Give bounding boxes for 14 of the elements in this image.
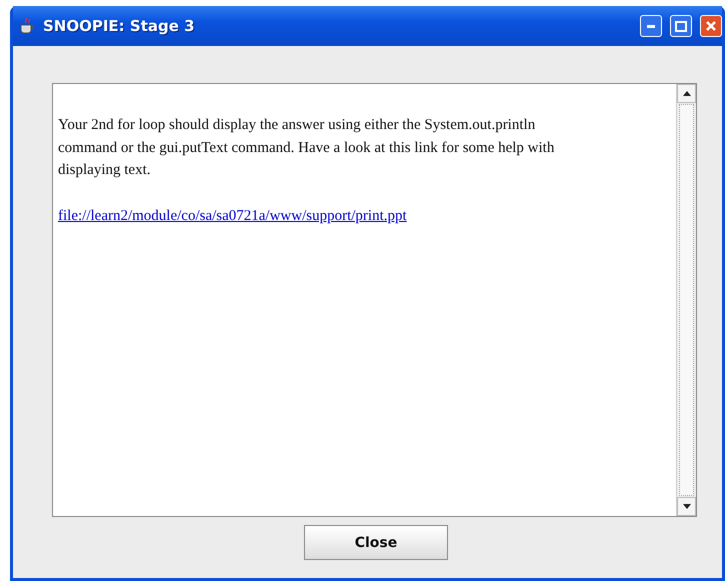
- close-icon: [705, 20, 717, 32]
- help-link[interactable]: file://learn2/module/co/sa/sa0721a/www/support/print.ppt: [58, 204, 407, 227]
- up-arrow-icon[interactable]: [682, 91, 690, 96]
- coffee-cup-icon: [19, 17, 35, 35]
- message-text: Your 2nd for loop should display the answer using either the System.out.println command or the gui.putText command. Have a look at this link for some help with displaying text.: [58, 116, 556, 180]
- close-button[interactable]: Close: [304, 525, 448, 560]
- maximize-icon: [675, 20, 687, 32]
- maximize-button[interactable]: [670, 15, 692, 37]
- minimize-button[interactable]: [640, 15, 662, 37]
- down-arrow-icon[interactable]: [682, 504, 690, 509]
- scrollbar[interactable]: [676, 84, 696, 516]
- close-window-button[interactable]: [700, 15, 722, 37]
- window-title: SNOOPIE: Stage 3: [43, 17, 196, 35]
- minimize-icon: [647, 24, 655, 28]
